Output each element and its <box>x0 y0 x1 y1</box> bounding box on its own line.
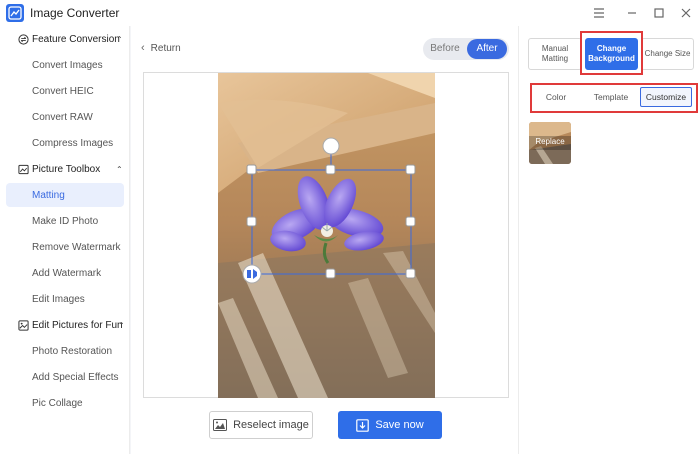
section-label: Feature Conversion <box>32 33 120 45</box>
chevron-up-icon: ⌃ <box>116 34 123 44</box>
return-button[interactable]: ‹ Return <box>141 42 181 54</box>
sidebar-item-compress-images[interactable]: Compress Images <box>6 131 124 155</box>
replace-label: Replace <box>535 137 565 146</box>
close-icon[interactable] <box>677 4 695 22</box>
reselect-image-button[interactable]: Reselect image <box>209 411 313 439</box>
sidebar-item-remove-watermark[interactable]: Remove Watermark <box>6 235 124 259</box>
section-feature-conversion[interactable]: Feature Conversion ⌃ <box>0 27 130 51</box>
chevron-up-icon: ⌃ <box>118 320 125 330</box>
sidebar-item-photo-restoration[interactable]: Photo Restoration <box>6 339 124 363</box>
sidebar-item-convert-raw[interactable]: Convert RAW <box>6 105 124 129</box>
after-option[interactable]: After <box>467 39 507 59</box>
save-label: Save now <box>375 419 424 431</box>
subtab-customize[interactable]: Customize <box>640 87 692 107</box>
sidebar-item-add-watermark[interactable]: Add Watermark <box>6 261 124 285</box>
sidebar: Feature Conversion ⌃ Convert Images Conv… <box>0 26 130 454</box>
app-title: Image Converter <box>30 6 120 20</box>
sidebar-item-edit-images[interactable]: Edit Images <box>6 287 124 311</box>
picture-edit-icon <box>18 319 29 331</box>
sidebar-item-make-id-photo[interactable]: Make ID Photo <box>6 209 124 233</box>
section-label: Edit Pictures for Fun <box>32 319 123 331</box>
chevron-left-icon: ‹ <box>141 42 145 54</box>
editor-panel: ‹ Return Before After Reselect image Sav… <box>131 26 518 454</box>
tab-change-size[interactable]: Change Size <box>641 38 694 70</box>
save-download-icon <box>356 418 370 432</box>
preview-photo[interactable] <box>218 73 435 398</box>
sidebar-item-pic-collage[interactable]: Pic Collage <box>6 391 124 415</box>
subtab-color[interactable]: Color <box>537 87 575 107</box>
hamburger-icon[interactable] <box>590 4 608 22</box>
sidebar-item-convert-images[interactable]: Convert Images <box>6 53 124 77</box>
app-window: Image Converter Feature Conversion ⌃ Con… <box>0 0 700 454</box>
replace-background-thumbnail[interactable]: Replace <box>529 122 571 164</box>
before-after-toggle: Before After <box>423 38 509 60</box>
sidebar-item-matting[interactable]: Matting <box>6 183 124 207</box>
title-bar: Image Converter <box>0 0 700 26</box>
highlight-box <box>580 31 643 75</box>
section-edit-pictures-for-fun[interactable]: Edit Pictures for Fun ⌃ <box>0 313 130 337</box>
app-logo-icon <box>6 4 24 22</box>
save-now-button[interactable]: Save now <box>338 411 442 439</box>
chevron-up-icon: ⌃ <box>116 164 123 174</box>
maximize-icon[interactable] <box>650 4 668 22</box>
before-option[interactable]: Before <box>425 38 465 60</box>
subtab-template[interactable]: Template <box>589 87 633 107</box>
reselect-label: Reselect image <box>233 419 309 431</box>
toolbox-icon <box>18 164 29 174</box>
sidebar-item-add-special-effects[interactable]: Add Special Effects <box>6 365 124 389</box>
image-icon <box>213 419 228 431</box>
section-label: Picture Toolbox <box>32 163 101 175</box>
section-picture-toolbox[interactable]: Picture Toolbox ⌃ <box>0 157 130 181</box>
return-label: Return <box>150 42 181 54</box>
sidebar-item-convert-heic[interactable]: Convert HEIC <box>6 79 124 103</box>
minimize-icon[interactable] <box>623 4 641 22</box>
preview-canvas <box>143 72 509 398</box>
convert-icon <box>18 33 29 45</box>
options-panel: Manual Matting Change Background Change … <box>518 26 700 454</box>
tab-manual-matting[interactable]: Manual Matting <box>528 38 582 70</box>
